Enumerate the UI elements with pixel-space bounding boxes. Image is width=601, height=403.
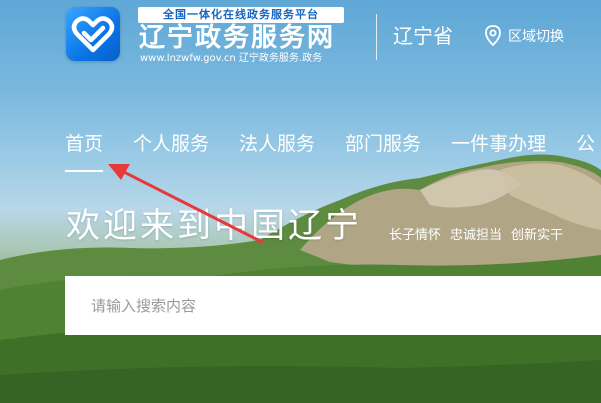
search-input[interactable]	[65, 276, 601, 335]
site-logo[interactable]	[66, 7, 120, 61]
header-divider	[376, 14, 377, 60]
welcome-heading: 欢迎来到中国辽宁	[66, 206, 362, 246]
slogan-row: 长子情怀 忠诚担当 创新实干	[389, 227, 563, 245]
main-nav: 首页 个人服务 法人服务 部门服务 一件事办理 公	[65, 128, 595, 172]
heart-check-icon	[71, 16, 115, 53]
region-switch-label: 区域切换	[508, 29, 564, 45]
slogan: 忠诚担当	[450, 228, 503, 243]
nav-personal-services[interactable]: 个人服务	[133, 128, 209, 168]
site-url: www.lnzwfw.gov.cn 辽宁政务服务.政务	[140, 53, 323, 64]
slogan: 长子情怀	[389, 228, 442, 243]
platform-tagline: 全国一体化在线政务服务平台	[138, 7, 344, 23]
current-province: 辽宁省	[393, 24, 453, 48]
nav-one-thing-service[interactable]: 一件事办理	[451, 128, 546, 168]
nav-public-partial[interactable]: 公	[576, 128, 595, 168]
region-switch-button[interactable]: 区域切换	[484, 24, 564, 48]
slogan: 创新实干	[511, 228, 564, 243]
nav-home[interactable]: 首页	[65, 128, 104, 172]
nav-department-services[interactable]: 部门服务	[345, 128, 421, 168]
nav-corporate-services[interactable]: 法人服务	[239, 128, 315, 168]
location-pin-icon	[485, 25, 501, 47]
site-title[interactable]: 辽宁政务服务网	[139, 22, 335, 54]
